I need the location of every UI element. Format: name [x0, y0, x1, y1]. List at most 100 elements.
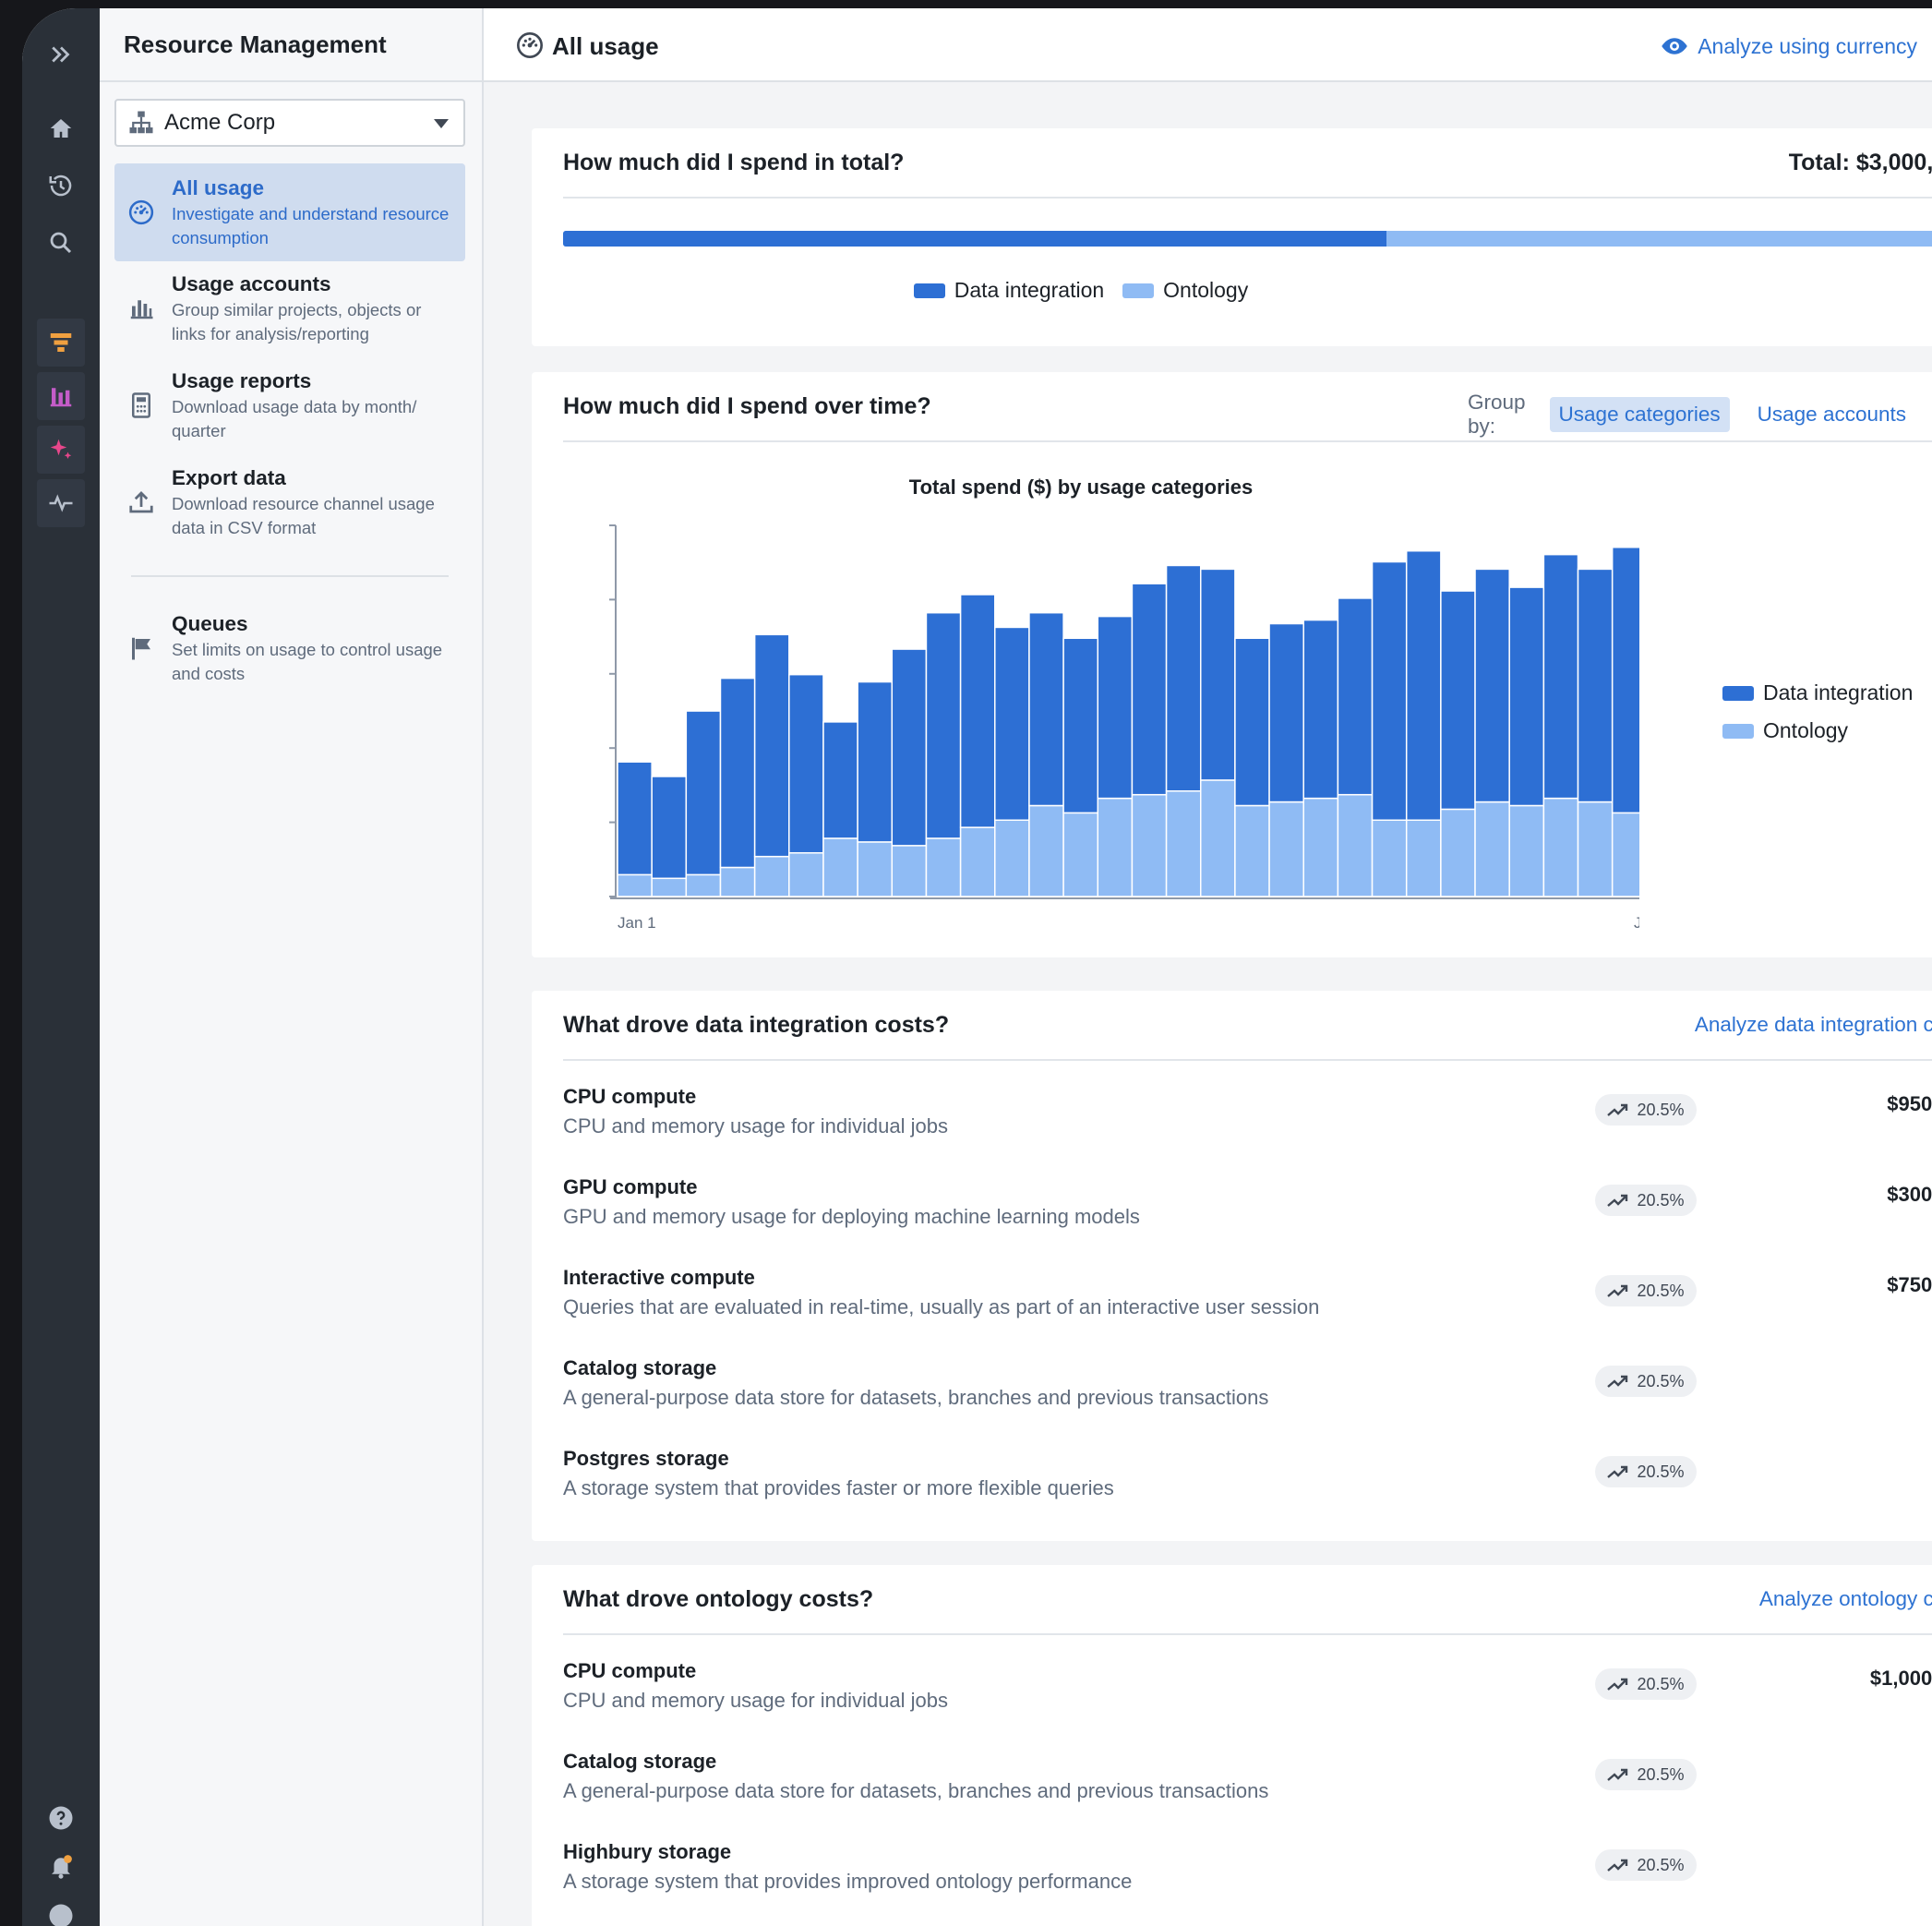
funnel-icon[interactable] [37, 319, 85, 367]
trend-up-icon [1607, 1103, 1628, 1116]
user-avatar[interactable] [37, 1892, 85, 1926]
sidebar-item-usage-accounts[interactable]: Usage accounts Group similar projects, o… [114, 259, 465, 357]
bar-data-integration[interactable] [1337, 597, 1374, 796]
org-selector[interactable]: Acme Corp [114, 99, 465, 147]
bar-data-integration[interactable] [1062, 637, 1099, 814]
bar-ontology[interactable] [753, 855, 790, 897]
cost-row[interactable]: GPU compute GPU and memory usage for depl… [563, 1161, 1932, 1251]
bar-data-integration[interactable] [857, 680, 894, 843]
bar-ontology[interactable] [719, 866, 756, 897]
bar-data-integration[interactable] [1097, 615, 1134, 800]
bar-ontology[interactable] [891, 845, 928, 897]
bar-ontology[interactable] [1508, 804, 1545, 897]
bar-ontology[interactable] [857, 841, 894, 897]
bar-data-integration[interactable] [1542, 553, 1579, 800]
bar-data-integration[interactable] [1268, 622, 1304, 803]
bar-ontology[interactable] [822, 837, 858, 897]
bar-data-integration[interactable] [1371, 560, 1408, 822]
sidebar-item-export-data[interactable]: Export data Download resource channel us… [114, 453, 465, 551]
bar-data-integration[interactable] [1165, 564, 1202, 792]
bar-ontology[interactable] [1542, 797, 1579, 897]
bar-data-integration[interactable] [651, 776, 688, 880]
bar-ontology[interactable] [788, 851, 824, 897]
bar-data-integration[interactable] [822, 721, 858, 839]
bar-ontology[interactable] [617, 873, 653, 897]
search-icon[interactable] [37, 219, 85, 267]
expand-icon[interactable] [37, 30, 85, 78]
trend-up-icon [1607, 1375, 1628, 1388]
cost-row[interactable]: CPU compute CPU and memory usage for indi… [563, 1644, 1932, 1735]
cost-row[interactable]: CPU compute CPU and memory usage for indi… [563, 1070, 1932, 1161]
bar-data-integration[interactable] [617, 761, 653, 876]
bar-ontology[interactable] [651, 877, 688, 897]
cost-row[interactable]: Interactive compute Queries that are eval… [563, 1251, 1932, 1342]
bar-ontology[interactable] [1577, 800, 1614, 897]
change-badge: 20.5% [1595, 1668, 1697, 1700]
bar-ontology[interactable] [1405, 819, 1442, 897]
sidebar-item-usage-reports[interactable]: Usage reports Download usage data by mon… [114, 356, 465, 454]
cost-row[interactable]: Highbury storage A storage system that pr… [563, 1825, 1932, 1916]
analyze-ontology-link[interactable]: Analyze ontology costs [1759, 1587, 1932, 1611]
help-icon[interactable] [37, 1794, 85, 1842]
group-by-usage-accounts[interactable]: Usage accounts [1748, 397, 1915, 432]
bar-data-integration[interactable] [753, 633, 790, 858]
bar-data-integration[interactable] [1405, 549, 1442, 822]
cost-row[interactable]: Catalog storage A general-purpose data st… [563, 1342, 1932, 1432]
sidebar-divider [131, 575, 449, 577]
upload-icon [129, 491, 153, 513]
bar-data-integration[interactable] [1234, 637, 1270, 807]
history-icon[interactable] [37, 162, 85, 210]
bar-data-integration[interactable] [994, 626, 1030, 822]
analyze-currency-link[interactable]: Analyze using currency [1661, 32, 1917, 60]
bar-ontology[interactable] [1131, 793, 1168, 897]
bar-ontology[interactable] [1371, 819, 1408, 897]
bar-ontology[interactable] [1234, 804, 1270, 897]
change-badge: 20.5% [1595, 1759, 1697, 1790]
sparkle-icon[interactable] [37, 426, 85, 474]
bar-ontology[interactable] [685, 873, 722, 897]
bar-ontology[interactable] [1199, 779, 1236, 897]
bar-data-integration[interactable] [1577, 568, 1614, 803]
bar-data-integration[interactable] [1508, 586, 1545, 807]
bar-ontology[interactable] [994, 819, 1030, 897]
bar-data-integration[interactable] [1131, 583, 1168, 796]
analyze-data-integration-link[interactable]: Analyze data integration costs [1695, 1013, 1932, 1037]
bar-ontology[interactable] [1337, 793, 1374, 897]
cost-amount: $1,000,000 [1869, 1667, 1932, 1690]
bar-chart-icon[interactable] [37, 372, 85, 420]
bar-ontology[interactable] [1611, 812, 1639, 897]
bar-ontology[interactable] [1097, 797, 1134, 897]
notifications-icon[interactable] [37, 1842, 85, 1890]
bar-ontology[interactable] [1440, 808, 1476, 897]
bar-data-integration[interactable] [891, 648, 928, 847]
sidebar-item-all-usage[interactable]: All usage Investigate and understand res… [114, 163, 465, 261]
sidebar-item-queues[interactable]: Queues Set limits on usage to control us… [114, 599, 465, 697]
bar-data-integration[interactable] [1440, 590, 1476, 811]
legend-swatch [1122, 283, 1155, 298]
bar-data-integration[interactable] [925, 611, 962, 839]
bar-data-integration[interactable] [685, 710, 722, 876]
cost-name: CPU compute [563, 1659, 697, 1682]
bar-ontology[interactable] [1268, 800, 1304, 897]
cost-name: CPU compute [563, 1085, 697, 1108]
bar-ontology[interactable] [1028, 804, 1064, 897]
bar-ontology[interactable] [925, 837, 962, 897]
bar-data-integration[interactable] [719, 677, 756, 869]
bar-data-integration[interactable] [959, 594, 996, 828]
bar-ontology[interactable] [1474, 800, 1510, 897]
pulse-icon[interactable] [37, 479, 85, 527]
sidebar-item-description: Download resource channel usage data in … [172, 494, 435, 537]
bar-ontology[interactable] [1062, 812, 1099, 897]
bar-ontology[interactable] [959, 826, 996, 897]
bar-data-integration[interactable] [1611, 547, 1639, 814]
bar-data-integration[interactable] [1474, 568, 1510, 803]
cost-row[interactable]: Postgres storage A storage system that pr… [563, 1432, 1932, 1523]
bar-data-integration[interactable] [1199, 568, 1236, 781]
bar-ontology[interactable] [1165, 789, 1202, 897]
home-icon[interactable] [37, 104, 85, 152]
bar-data-integration[interactable] [1302, 619, 1339, 800]
bar-data-integration[interactable] [788, 673, 824, 854]
bar-ontology[interactable] [1302, 797, 1339, 897]
cost-row[interactable]: Catalog storage A general-purpose data st… [563, 1735, 1932, 1825]
bar-data-integration[interactable] [1028, 611, 1064, 807]
